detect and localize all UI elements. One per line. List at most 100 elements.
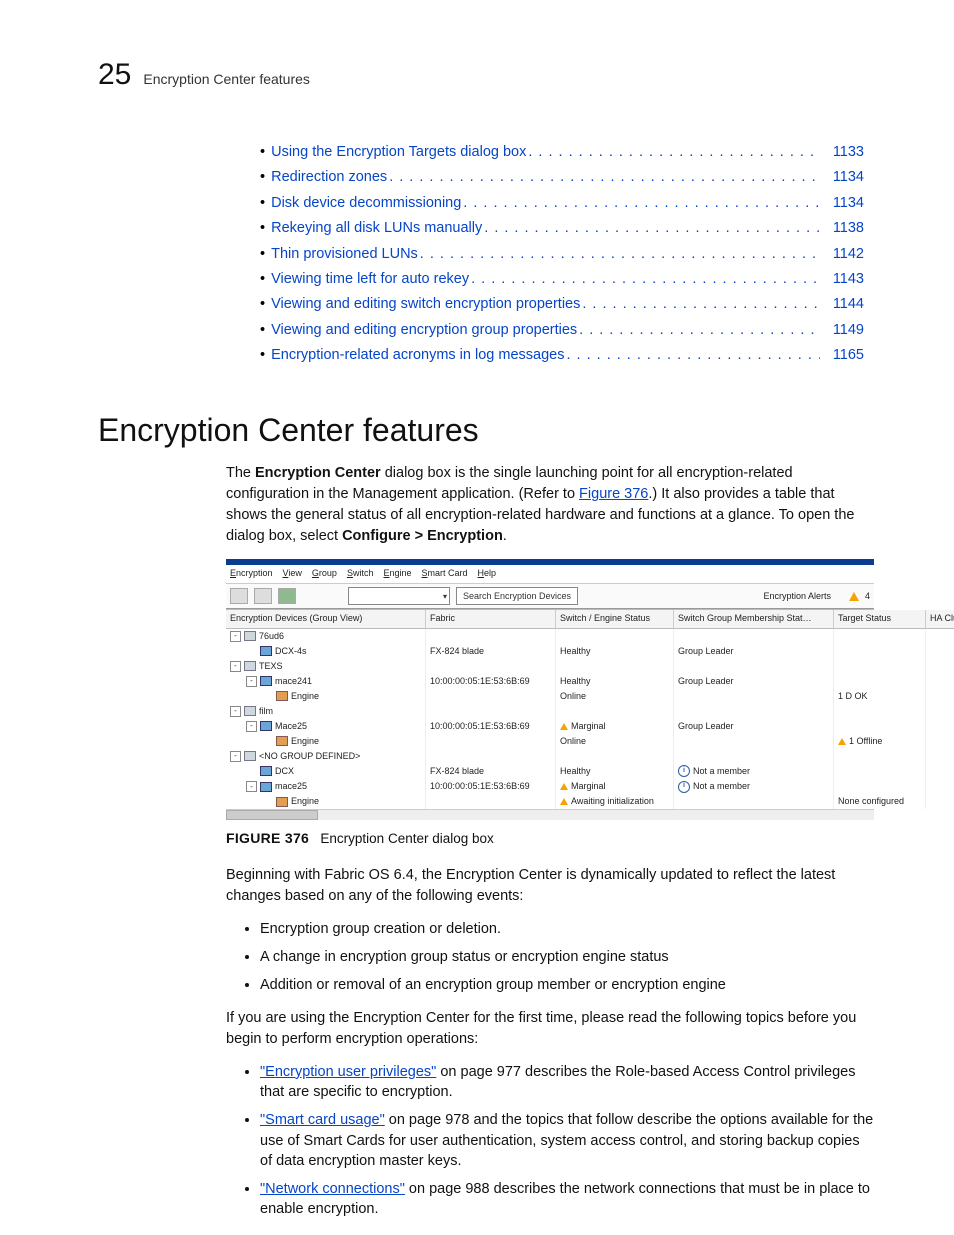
toc-entry: • Viewing and editing encryption group p…: [260, 318, 864, 343]
devices-table: Encryption Devices (Group View)FabricSwi…: [226, 609, 874, 809]
text-bold: Encryption Center: [255, 465, 381, 481]
device-cell[interactable]: - TEXS: [226, 659, 426, 674]
toolbar-button[interactable]: [230, 588, 248, 604]
refresh-button[interactable]: [278, 588, 296, 604]
filter-dropdown[interactable]: [348, 587, 450, 605]
figure-376: Encryption View Group Switch Engine Smart Car…: [226, 559, 874, 848]
device-cell[interactable]: DCX-4s: [226, 644, 426, 659]
toc-page-link[interactable]: 1133: [820, 140, 864, 165]
toc-leader-dots: . . . . . . . . . . . . . . . . . . . . …: [418, 242, 820, 267]
warning-icon: [560, 723, 568, 730]
menu-item[interactable]: Engine: [383, 567, 411, 580]
toc-link[interactable]: Disk device decommissioning: [271, 191, 461, 216]
device-cell[interactable]: - 76ud6: [226, 629, 426, 644]
search-input[interactable]: Search Encryption Devices: [456, 587, 578, 605]
tree-toggle-icon[interactable]: -: [230, 706, 241, 717]
toc-page-link[interactable]: 1138: [820, 216, 864, 241]
table-cell: [426, 629, 556, 644]
device-name: 76ud6: [259, 630, 284, 643]
page-header: 25 Encryption Center features: [98, 58, 874, 92]
toc-page-link[interactable]: 1165: [820, 343, 864, 368]
tree-toggle-icon[interactable]: -: [230, 661, 241, 672]
toc-link[interactable]: Encryption-related acronyms in log messa…: [271, 343, 564, 368]
toc-link[interactable]: Viewing and editing switch encryption pr…: [271, 292, 580, 317]
menu-item[interactable]: View: [283, 567, 302, 580]
table-cell: [556, 704, 674, 719]
table-cell: [834, 779, 926, 794]
toc-link[interactable]: Redirection zones: [271, 165, 387, 190]
toc-leader-dots: . . . . . . . . . . . . . . . . . . . . …: [482, 216, 820, 241]
topic-xref-link[interactable]: "Smart card usage": [260, 1112, 385, 1128]
device-cell[interactable]: Engine: [226, 734, 426, 749]
table-cell: 1 D OK: [834, 689, 926, 704]
toc-link[interactable]: Using the Encryption Targets dialog box: [271, 140, 526, 165]
device-cell[interactable]: -mace241: [226, 674, 426, 689]
device-cell[interactable]: Engine: [226, 689, 426, 704]
table-cell: None configured: [834, 794, 926, 809]
switch-icon: [260, 646, 272, 656]
toc-page-link[interactable]: 1149: [820, 318, 864, 343]
device-cell[interactable]: -<NO GROUP DEFINED>: [226, 749, 426, 764]
toc-page-link[interactable]: 1142: [820, 242, 864, 267]
bullet: •: [260, 242, 269, 267]
column-header[interactable]: Target Status: [834, 610, 926, 628]
chapter-number: 25: [98, 58, 131, 92]
tree-toggle-icon[interactable]: -: [246, 721, 257, 732]
table-cell: [426, 734, 556, 749]
toc-page-link[interactable]: 1134: [820, 191, 864, 216]
toc-entry: • Thin provisioned LUNs . . . . . . . . …: [260, 242, 864, 267]
column-header[interactable]: Encryption Devices (Group View): [226, 610, 426, 628]
horizontal-scrollbar[interactable]: [226, 809, 874, 820]
table-cell: [926, 659, 954, 674]
toolbar-button[interactable]: [254, 588, 272, 604]
table-cell: iNot a member: [674, 779, 834, 794]
column-header[interactable]: HA Cluster: [926, 610, 954, 628]
column-header[interactable]: Switch / Engine Status: [556, 610, 674, 628]
tree-toggle-icon[interactable]: -: [230, 751, 241, 762]
device-cell[interactable]: - Mace25: [226, 719, 426, 734]
toc-link[interactable]: Thin provisioned LUNs: [271, 242, 418, 267]
table-cell: [926, 794, 954, 809]
tree-toggle-icon[interactable]: -: [246, 781, 257, 792]
device-cell[interactable]: -film: [226, 704, 426, 719]
toc-link[interactable]: Viewing and editing encryption group pro…: [271, 318, 577, 343]
toc-leader-dots: . . . . . . . . . . . . . . . . . . . . …: [564, 343, 820, 368]
bullet: •: [260, 165, 269, 190]
column-header[interactable]: Switch Group Membership Stat…: [674, 610, 834, 628]
toc-page-link[interactable]: 1144: [820, 292, 864, 317]
toc-entry: • Redirection zones . . . . . . . . . . …: [260, 165, 864, 190]
text: The: [226, 465, 255, 481]
table-cell: Online: [556, 734, 674, 749]
menu-item[interactable]: Encryption: [230, 567, 273, 580]
toc-link[interactable]: Viewing time left for auto rekey: [271, 267, 469, 292]
engine-icon: [276, 736, 288, 746]
table-cell: [926, 629, 954, 644]
chapter-title: Encryption Center features: [143, 71, 310, 87]
toc-page-link[interactable]: 1143: [820, 267, 864, 292]
device-cell[interactable]: -mace25: [226, 779, 426, 794]
column-header[interactable]: Fabric: [426, 610, 556, 628]
tree-toggle-icon[interactable]: -: [230, 631, 241, 642]
topic-xref-link[interactable]: "Network connections": [260, 1181, 405, 1197]
figure-xref-link[interactable]: Figure 376: [579, 486, 648, 502]
device-name: TEXS: [259, 660, 283, 673]
table-cell: Healthy: [556, 674, 674, 689]
device-cell[interactable]: DCX: [226, 764, 426, 779]
table-cell: Marginal: [556, 779, 674, 794]
list-item: "Encryption user privileges" on page 977…: [260, 1062, 874, 1103]
table-cell: [834, 629, 926, 644]
bullet: •: [260, 318, 269, 343]
encryption-alerts-count: 4: [865, 590, 870, 603]
table-cell: Group Leader: [674, 644, 834, 659]
topic-xref-link[interactable]: "Encryption user privileges": [260, 1064, 436, 1080]
menu-item[interactable]: Switch: [347, 567, 374, 580]
menu-item[interactable]: Smart Card: [422, 567, 468, 580]
tree-toggle-icon[interactable]: -: [246, 676, 257, 687]
toc-link[interactable]: Rekeying all disk LUNs manually: [271, 216, 482, 241]
toc-page-link[interactable]: 1134: [820, 165, 864, 190]
device-cell[interactable]: Engine: [226, 794, 426, 809]
menu-item[interactable]: Help: [478, 567, 497, 580]
table-cell: FX-824 blade: [426, 764, 556, 779]
device-name: Mace25: [275, 720, 307, 733]
menu-item[interactable]: Group: [312, 567, 337, 580]
